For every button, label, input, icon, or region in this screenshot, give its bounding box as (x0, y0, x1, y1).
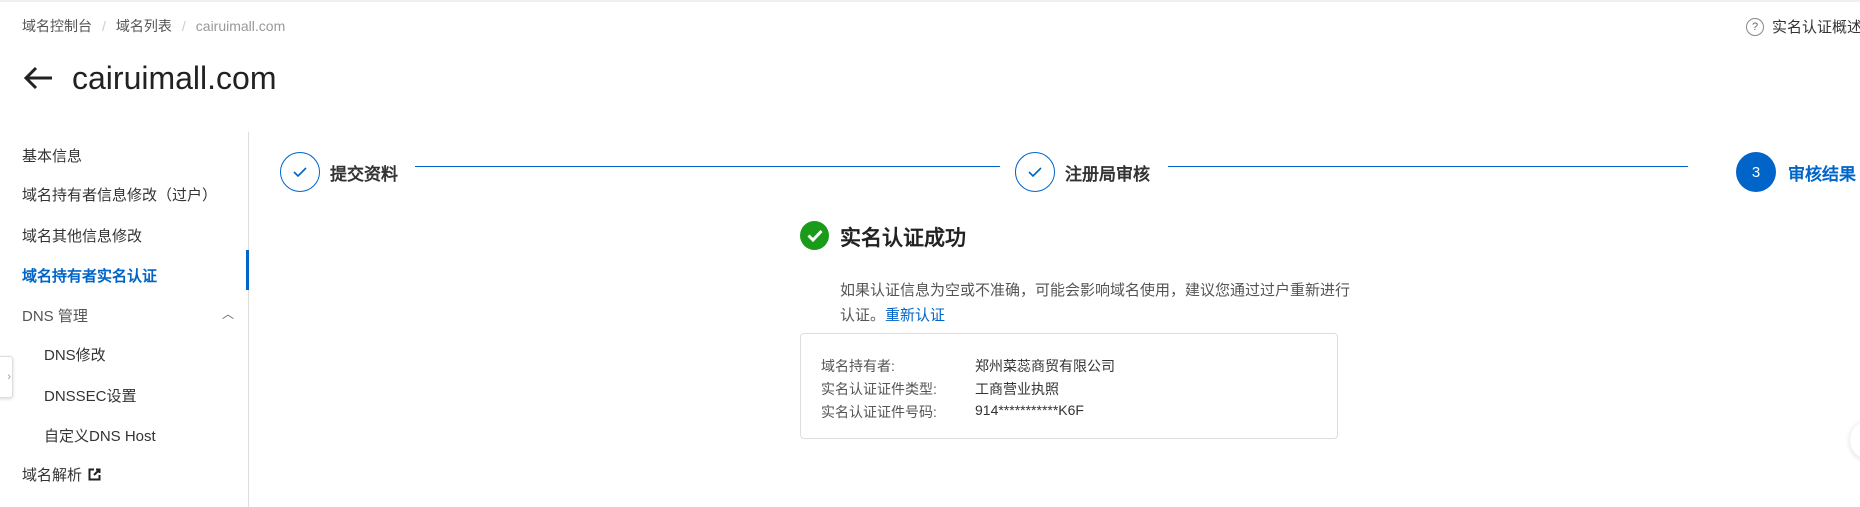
info-row: 实名认证证件类型: 工商营业执照 (821, 379, 1059, 399)
sidebar-divider (248, 132, 249, 507)
info-label: 实名认证证件类型: (821, 381, 937, 397)
arrow-left-icon (23, 66, 52, 90)
info-row: 实名认证证件号码: 914***********K6F (821, 402, 1084, 422)
step-3-label: 审核结果 (1788, 165, 1856, 184)
breadcrumb-domain-list[interactable]: 域名列表 (116, 16, 172, 36)
back-button[interactable] (22, 62, 54, 94)
floating-assistant-button[interactable] (1850, 420, 1860, 460)
sidebar-item-dns-modify[interactable]: DNS修改 (44, 344, 106, 365)
info-value: 工商营业执照 (975, 381, 1059, 397)
info-label: 实名认证证件号码: (821, 404, 937, 420)
step-2-check-icon (1015, 152, 1055, 192)
sidebar-collapse-handle[interactable]: › (0, 356, 13, 398)
step-2-label: 注册局审核 (1065, 165, 1150, 184)
breadcrumb-separator: / (102, 18, 106, 34)
step-connector (415, 166, 1000, 167)
sidebar-item-real-name-auth[interactable]: 域名持有者实名认证 (22, 265, 157, 286)
sidebar-item-basic-info[interactable]: 基本信息 (22, 145, 82, 166)
help-link[interactable]: ? 实名认证概述 (1746, 16, 1860, 37)
external-link-icon (88, 468, 101, 481)
step-3-number: 3 (1736, 152, 1776, 192)
top-border (0, 0, 1860, 2)
breadcrumb-current: cairuimall.com (195, 18, 286, 34)
page-title: cairuimall.com (72, 60, 277, 96)
result-description: 如果认证信息为空或不准确，可能会影响域名使用，建议您通过过户重新进行认证。重新认… (840, 278, 1350, 328)
chevron-up-icon[interactable]: ︿ (222, 305, 234, 322)
info-value: 郑州菜蕊商贸有限公司 (975, 358, 1115, 374)
sidebar-item-dns-resolve[interactable]: 域名解析 (22, 464, 101, 485)
success-check-icon (800, 221, 829, 250)
sidebar-item-dnssec[interactable]: DNSSEC设置 (44, 385, 137, 406)
breadcrumb: 域名控制台 / 域名列表 / cairuimall.com (22, 16, 285, 36)
breadcrumb-domain-console[interactable]: 域名控制台 (22, 16, 92, 36)
info-value: 914***********K6F (975, 402, 1084, 418)
info-label: 域名持有者: (821, 358, 895, 374)
question-icon: ? (1746, 17, 1764, 36)
sidebar-active-indicator (246, 250, 249, 290)
result-title: 实名认证成功 (840, 227, 966, 250)
sidebar-item-label: 域名解析 (22, 467, 83, 484)
chevron-right-icon: › (7, 371, 11, 383)
help-link-label: 实名认证概述 (1772, 19, 1860, 36)
sidebar-item-custom-dns-host[interactable]: 自定义DNS Host (44, 425, 156, 446)
info-row: 域名持有者: 郑州菜蕊商贸有限公司 (821, 356, 1115, 376)
sidebar-item-owner-transfer[interactable]: 域名持有者信息修改（过户） (22, 184, 217, 205)
reauth-link[interactable]: 重新认证 (885, 307, 945, 324)
breadcrumb-separator: / (181, 18, 186, 34)
step-1-label: 提交资料 (330, 165, 398, 184)
sidebar-item-other-info[interactable]: 域名其他信息修改 (22, 225, 142, 246)
step-1-check-icon (280, 152, 320, 192)
sidebar-item-dns-management[interactable]: DNS 管理 (22, 305, 88, 326)
step-connector (1168, 166, 1688, 167)
